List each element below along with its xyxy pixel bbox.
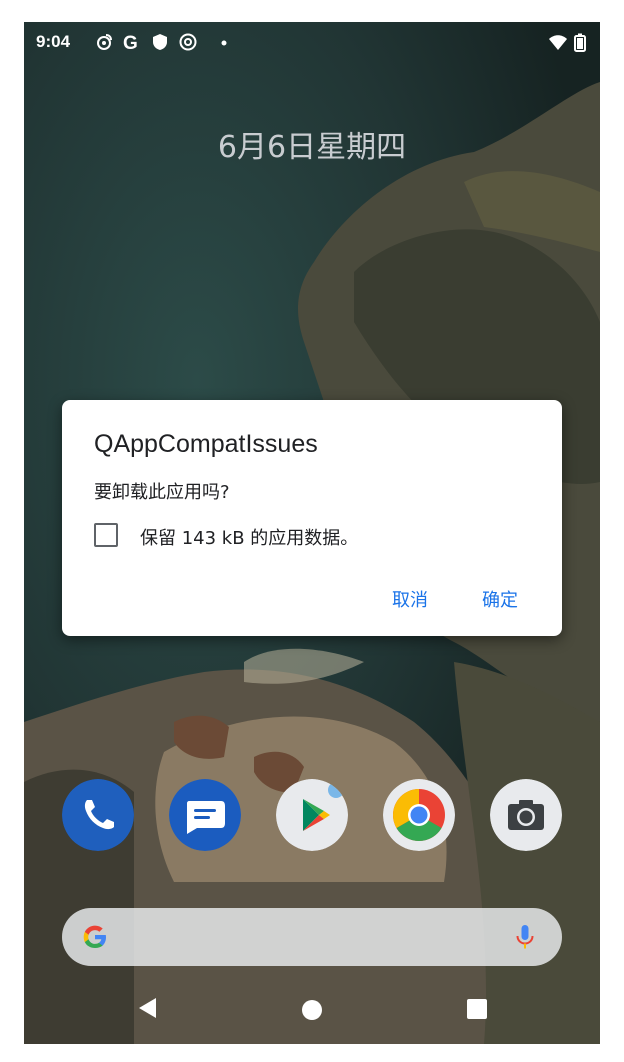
dialog-title: QAppCompatIssues [94,430,318,458]
lock-date: 6月6日星期四 [217,130,407,165]
mic-icon[interactable] [510,922,540,952]
cancel-button[interactable]: 取消 [392,586,428,612]
camera-app-icon[interactable] [490,779,562,851]
home-icon[interactable] [300,998,324,1022]
messages-app-icon[interactable] [169,779,241,851]
status-time: 9:04 [36,32,71,51]
battery-icon [574,33,586,52]
google-g-icon: G [123,33,138,52]
play-store-app-icon[interactable] [276,779,348,851]
navigation-bar [24,972,600,1044]
chrome-app-icon[interactable] [383,779,455,851]
keep-data-label[interactable]: 保留 143 kB 的应用数据。 [140,524,358,550]
phone-app-icon[interactable] [62,779,134,851]
sync-icon [179,33,197,51]
phone-screen: 9:04 G 6月6日星期四 QAppCompatIssues 要卸载此应用吗?… [24,22,600,1044]
uninstall-dialog: QAppCompatIssues 要卸载此应用吗? 保留 143 kB 的应用数… [62,400,562,636]
weibo-icon [97,34,112,50]
recents-icon[interactable] [466,998,488,1020]
shield-icon [153,34,167,50]
google-search-bar[interactable] [62,908,562,966]
svg-text:G: G [123,33,138,52]
ok-button[interactable]: 确定 [482,586,518,612]
wifi-icon [549,35,567,50]
back-icon[interactable] [136,996,160,1020]
google-g-icon [83,925,106,948]
keep-data-checkbox[interactable] [94,523,118,547]
dot-icon [221,40,227,46]
dialog-message: 要卸载此应用吗? [94,482,230,503]
status-bar: 9:04 G [24,22,600,62]
